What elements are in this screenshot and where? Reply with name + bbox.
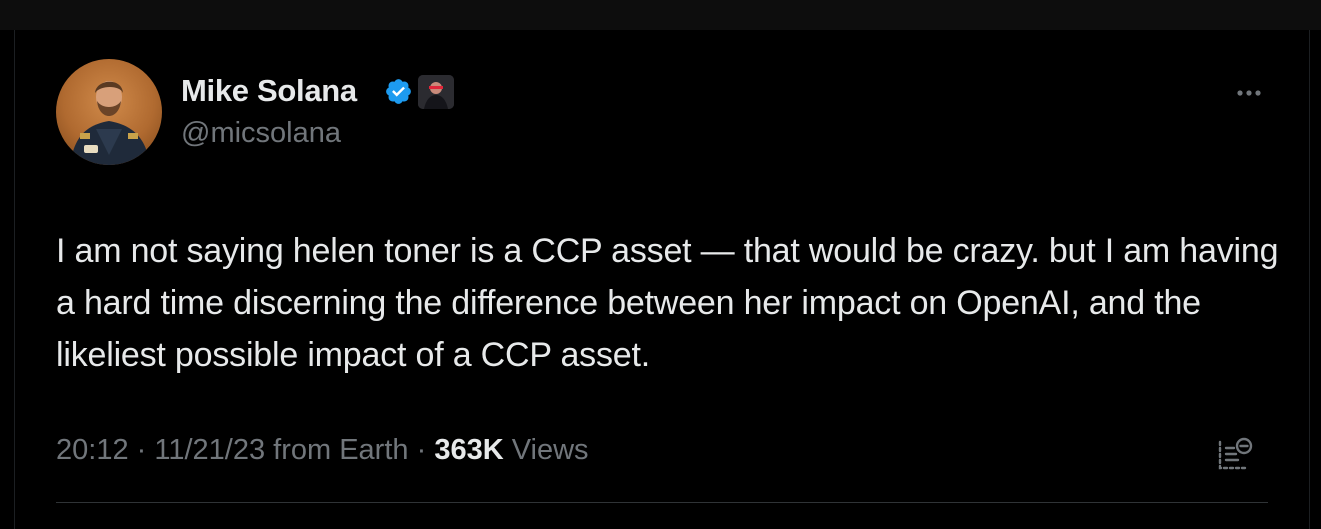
view-quotes-icon[interactable]: [1216, 436, 1254, 472]
verified-badge-icon[interactable]: [384, 77, 413, 106]
more-horizontal-icon: [1237, 90, 1261, 96]
top-bar: [0, 0, 1321, 30]
post-time[interactable]: 20:12: [56, 434, 129, 466]
meta-separator: ·: [408, 434, 435, 466]
views-count: 363K: [434, 434, 504, 466]
divider: [56, 502, 1268, 503]
affiliate-badge[interactable]: [418, 75, 454, 109]
meta-space: [504, 434, 512, 466]
views-label: Views: [511, 434, 589, 466]
post-text: I am not saying helen toner is a CCP ass…: [56, 232, 1279, 374]
post-date[interactable]: 11/21/23: [154, 434, 265, 466]
post-metadata: 20:12 · 11/21/23 from Earth · 363K Views: [56, 434, 589, 467]
more-options-button[interactable]: [1233, 84, 1265, 102]
author-display-name[interactable]: Mike Solana: [181, 73, 357, 109]
meta-separator: ·: [128, 434, 155, 466]
meta-space: [265, 434, 273, 466]
avatar[interactable]: [56, 59, 162, 165]
post-location: from Earth: [273, 434, 409, 466]
author-handle[interactable]: @micsolana: [181, 117, 341, 150]
